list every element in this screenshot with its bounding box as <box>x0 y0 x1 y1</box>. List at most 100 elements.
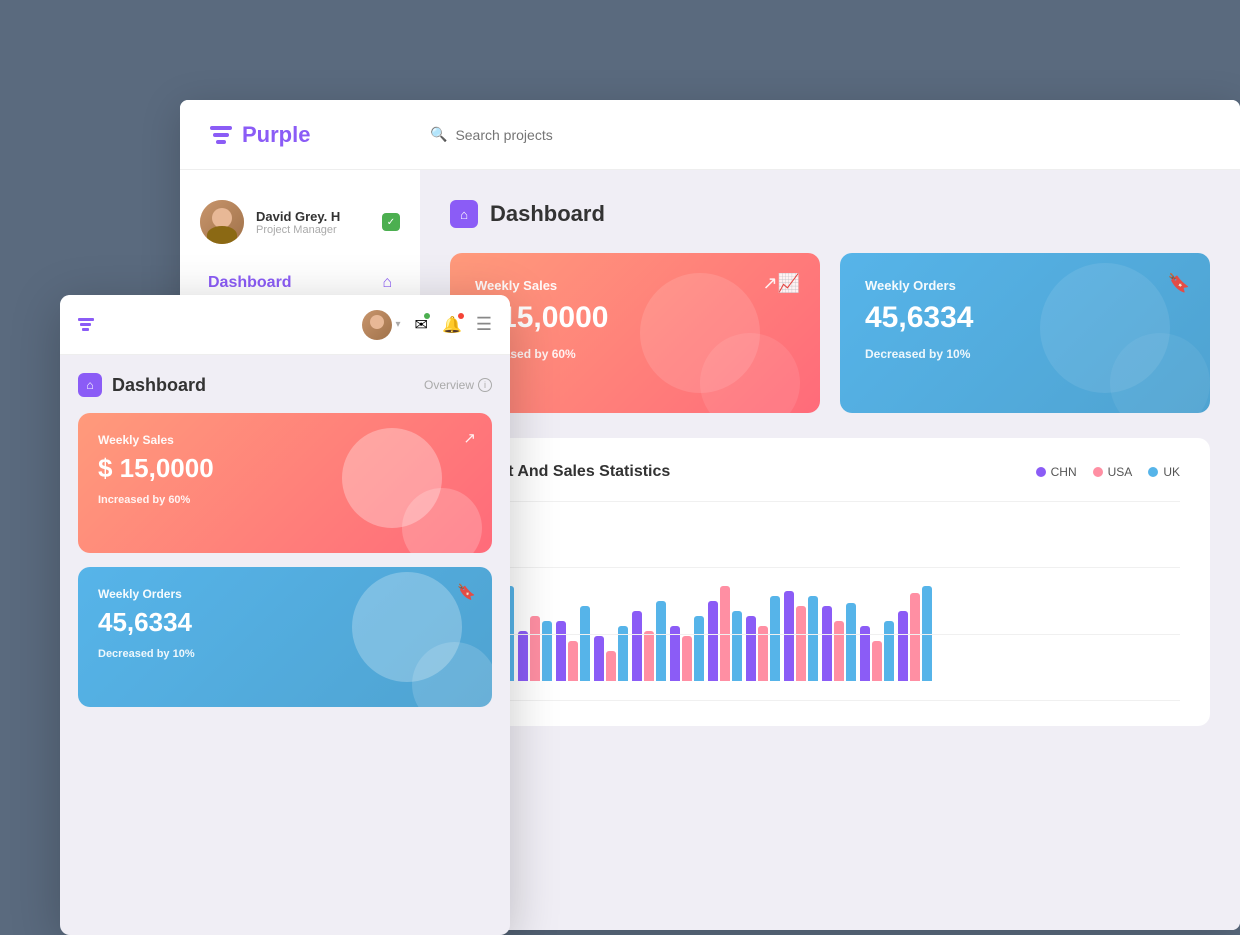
app-name: Purple <box>242 122 310 148</box>
bar-purple <box>746 616 756 681</box>
legend-dot-usa <box>1093 467 1103 477</box>
bar-group <box>784 591 818 681</box>
bar-cyan <box>618 626 628 681</box>
front-page-title: Dashboard <box>112 375 206 396</box>
front-topbar: ▾ ✉ 🔔 ☰ <box>60 295 510 355</box>
logo-icon <box>210 126 232 144</box>
sales-label: Weekly Sales <box>475 278 795 293</box>
bar-cyan <box>922 586 932 681</box>
page-title: Dashboard <box>490 201 605 227</box>
check-icon: ✓ <box>387 217 395 228</box>
avatar <box>200 200 244 244</box>
bar-purple <box>518 631 528 681</box>
front-sales-label: Weekly Sales <box>98 433 472 447</box>
bar-purple <box>594 636 604 681</box>
overview-label: Overview <box>424 378 474 392</box>
legend-uk: UK <box>1148 465 1180 479</box>
front-main: ⌂ Dashboard Overview i ↗ Weekly Sales $ … <box>60 355 510 739</box>
bar-purple <box>822 606 832 681</box>
front-page-title-area: ⌂ Dashboard <box>78 373 206 397</box>
legend-dot-uk <box>1148 467 1158 477</box>
chart-area <box>480 501 1180 701</box>
bar-group <box>632 601 666 681</box>
front-window: ▾ ✉ 🔔 ☰ ⌂ Dashboard Overview i <box>60 295 510 935</box>
bar-cyan <box>770 596 780 681</box>
bar-group <box>594 626 628 681</box>
home-icon: ⌂ <box>382 274 392 292</box>
front-page-header: ⌂ Dashboard Overview i <box>78 373 492 397</box>
bar-group <box>518 616 552 681</box>
legend-chn-label: CHN <box>1051 465 1077 479</box>
mail-icon: ✉ <box>415 317 428 334</box>
nav-dashboard-label: Dashboard <box>208 274 292 292</box>
front-logo-icon <box>78 318 94 331</box>
bar-purple <box>556 621 566 681</box>
bar-group <box>556 606 590 681</box>
bar-purple <box>632 611 642 681</box>
bar-pink <box>644 631 654 681</box>
bar-group <box>670 616 704 681</box>
front-orders-change: Decreased by 10% <box>98 648 472 660</box>
front-weekly-sales-card: ↗ Weekly Sales $ 15,0000 Increased by 60… <box>78 413 492 553</box>
weekly-orders-card: 🔖 Weekly Orders 45,6334 Decreased by 10% <box>840 253 1210 413</box>
user-info: David Grey. H Project Manager ✓ <box>200 190 400 264</box>
orders-change: Decreased by 10% <box>865 347 1185 361</box>
bar-purple <box>898 611 908 681</box>
bar-group <box>708 586 742 681</box>
bar-cyan <box>580 606 590 681</box>
legend-usa-label: USA <box>1108 465 1133 479</box>
chart-header: Visit And Sales Statistics CHN USA UK <box>480 463 1180 481</box>
bar-cyan <box>694 616 704 681</box>
stats-cards-row: ↗📈 Weekly Sales $ 15,0000 Increased by 6… <box>450 253 1210 413</box>
bar-purple <box>860 626 870 681</box>
bar-pink <box>834 621 844 681</box>
bar-purple <box>784 591 794 681</box>
bar-pink <box>796 606 806 681</box>
front-home-icon: ⌂ <box>78 373 102 397</box>
front-topbar-icons: ▾ ✉ 🔔 ☰ <box>362 310 493 340</box>
info-icon: i <box>478 378 492 392</box>
mail-icon-badge[interactable]: ✉ <box>415 315 428 335</box>
legend-usa: USA <box>1093 465 1133 479</box>
bar-cyan <box>846 603 856 681</box>
bar-cyan <box>808 596 818 681</box>
sales-change: Increased by 60% <box>475 347 795 361</box>
overview-area: Overview i <box>424 378 492 392</box>
mail-badge <box>424 313 430 319</box>
bar-group <box>860 621 894 681</box>
menu-icon[interactable]: ☰ <box>476 314 492 335</box>
bar-cyan <box>732 611 742 681</box>
check-badge: ✓ <box>382 213 400 231</box>
bar-pink <box>720 586 730 681</box>
bar-pink <box>568 641 578 681</box>
user-name: David Grey. H <box>256 209 340 224</box>
front-weekly-orders-card: 🔖 Weekly Orders 45,6334 Decreased by 10% <box>78 567 492 707</box>
avatar-area: ▾ <box>362 310 401 340</box>
legend-uk-label: UK <box>1163 465 1180 479</box>
bar-chart <box>480 501 1180 681</box>
search-icon: 🔍 <box>430 126 447 143</box>
bar-pink <box>872 641 882 681</box>
bar-pink <box>758 626 768 681</box>
bar-pink <box>606 651 616 681</box>
search-bar[interactable]: 🔍 <box>430 126 730 143</box>
bar-cyan <box>656 601 666 681</box>
front-sales-change: Increased by 60% <box>98 494 472 506</box>
page-header: ⌂ Dashboard <box>450 200 1210 228</box>
orders-label: Weekly Orders <box>865 278 1185 293</box>
bar-cyan <box>542 621 552 681</box>
bar-group <box>746 596 780 681</box>
bell-icon: 🔔 <box>442 317 462 334</box>
front-logo <box>78 318 94 331</box>
bar-group <box>822 603 856 681</box>
back-topbar: Purple 🔍 <box>180 100 1240 170</box>
logo-area: Purple <box>210 122 410 148</box>
bar-pink <box>682 636 692 681</box>
bell-icon-badge[interactable]: 🔔 <box>442 315 462 335</box>
bar-pink <box>910 593 920 681</box>
bar-group <box>898 586 932 681</box>
user-details: David Grey. H Project Manager <box>256 209 340 236</box>
front-orders-label: Weekly Orders <box>98 587 472 601</box>
legend-dot-chn <box>1036 467 1046 477</box>
search-input[interactable] <box>455 127 730 143</box>
